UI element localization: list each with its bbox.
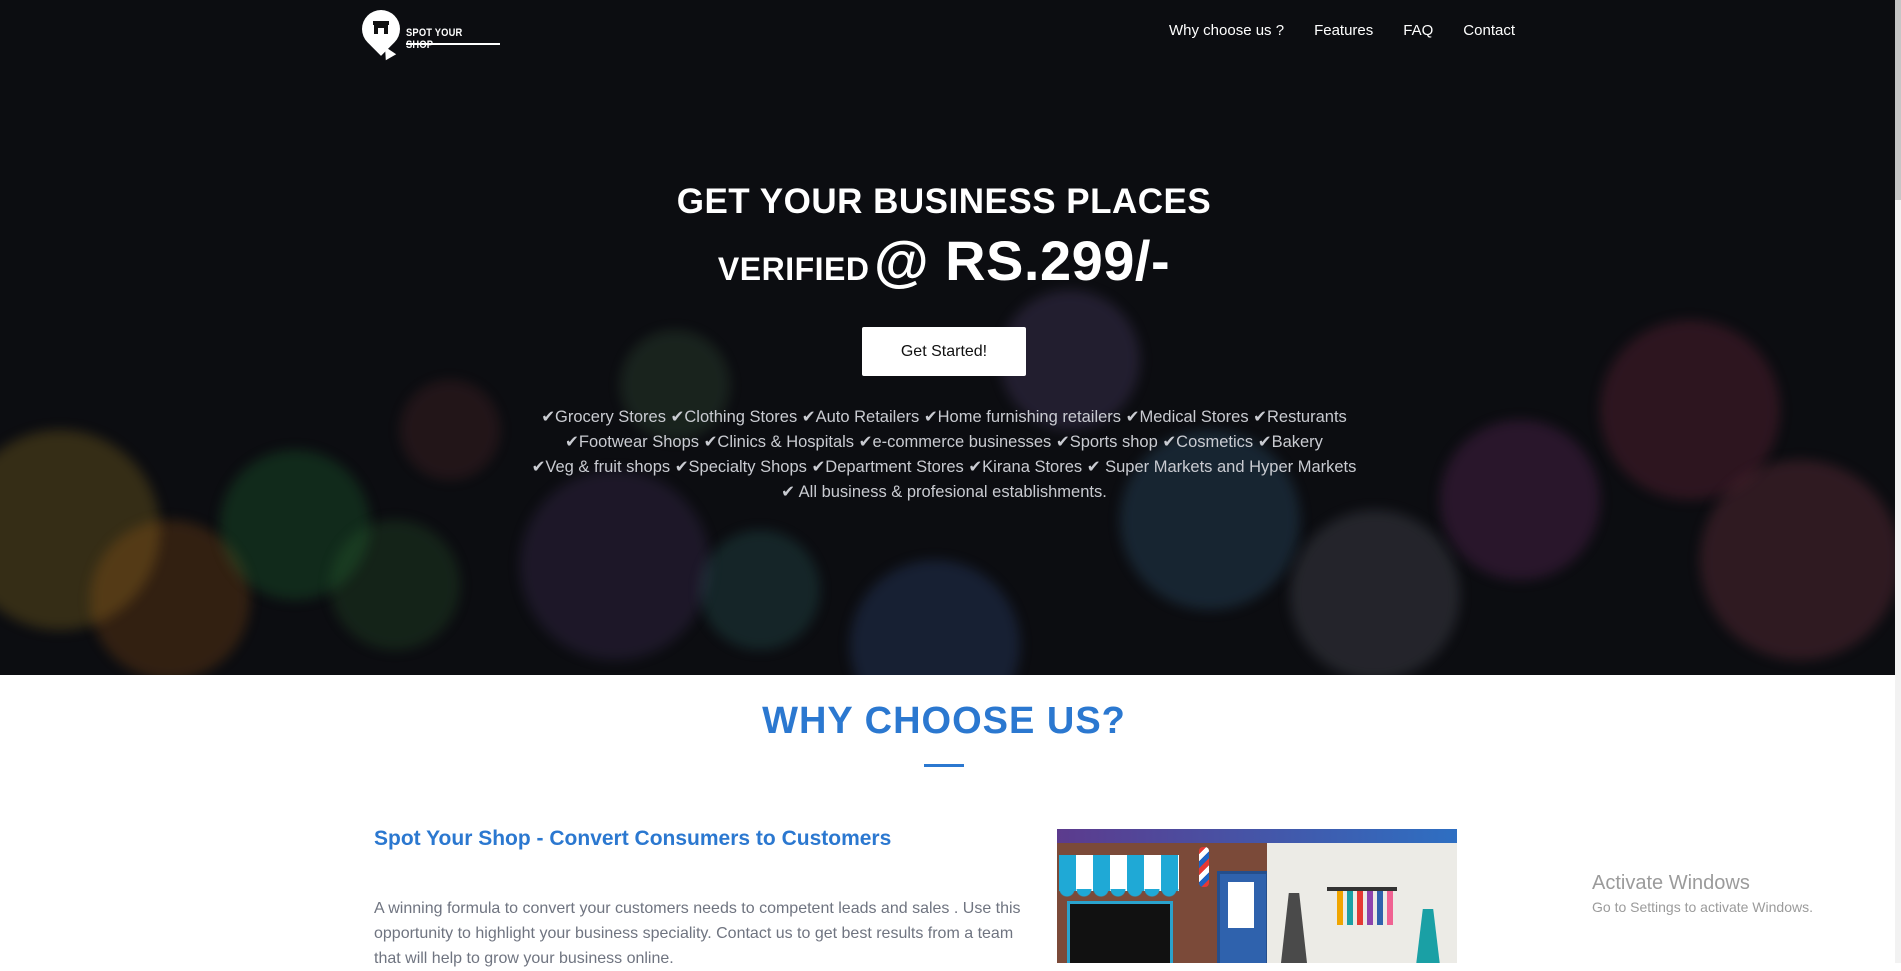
business-types-line: ✔Grocery Stores ✔Clothing Stores ✔Auto R… [541,408,1347,426]
illustration-topbar [1057,829,1457,843]
shop-door [1217,871,1269,963]
awning-edge [1059,889,1179,901]
why-choose-us-heading: WHY CHOOSE US? [762,700,1126,742]
logo-text: SPOT YOUR SHOP [406,27,463,51]
nav-link-why-choose-us[interactable]: Why choose us ? [1169,22,1284,39]
business-types-line: ✔Footwear Shops ✔Clinics & Hospitals ✔e-… [565,433,1323,451]
store-icon [373,21,389,34]
nav-link-faq[interactable]: FAQ [1403,22,1433,39]
scrollbar-thumb[interactable] [1895,0,1901,200]
business-types-line: ✔Veg & fruit shops ✔Specialty Shops ✔Dep… [531,458,1357,476]
hero-headline: GET YOUR BUSINESS PLACES VERIFIED @ RS.2… [0,182,1888,293]
hero-title-line1: GET YOUR BUSINESS PLACES [676,182,1212,221]
site-logo[interactable]: SPOT YOUR SHOP [354,2,506,65]
get-started-button[interactable]: Get Started! [862,327,1026,376]
dress [1281,893,1307,963]
business-types-list: ✔Grocery Stores ✔Clothing Stores ✔Auto R… [460,405,1428,505]
hero-title-price: @ RS.299/- [873,229,1171,292]
shop-interior [1267,843,1457,963]
watermark-line2: Go to Settings to activate Windows. [1592,899,1813,915]
watermark-line1: Activate Windows [1592,872,1750,894]
why-subheading: Spot Your Shop - Convert Consumers to Cu… [374,827,892,850]
mannequin [1416,909,1440,963]
shop-window [1067,901,1173,963]
barber-pole [1199,847,1209,887]
why-description: A winning formula to convert your custom… [374,900,1021,967]
hero-title-line2: VERIFIED @ RS.299/- [0,228,1888,293]
business-types-line: ✔ All business & profesional establishme… [781,483,1107,501]
awning [1059,855,1179,891]
nav-link-features[interactable]: Features [1314,22,1373,39]
hero-title-verified: VERIFIED [717,251,870,287]
nav-links: Why choose us ? Features FAQ Contact [1169,22,1515,39]
windows-activation-watermark: Activate Windows Go to Settings to activ… [1592,872,1813,915]
logo-underline [406,43,500,45]
top-navbar: SPOT YOUR SHOP Why choose us ? Features … [0,0,1895,64]
heading-underline [924,764,964,767]
nav-link-contact[interactable]: Contact [1463,22,1515,39]
page-scrollbar[interactable] [1895,0,1901,963]
shop-illustration [1057,829,1457,963]
hero-section: SPOT YOUR SHOP Why choose us ? Features … [0,0,1895,675]
